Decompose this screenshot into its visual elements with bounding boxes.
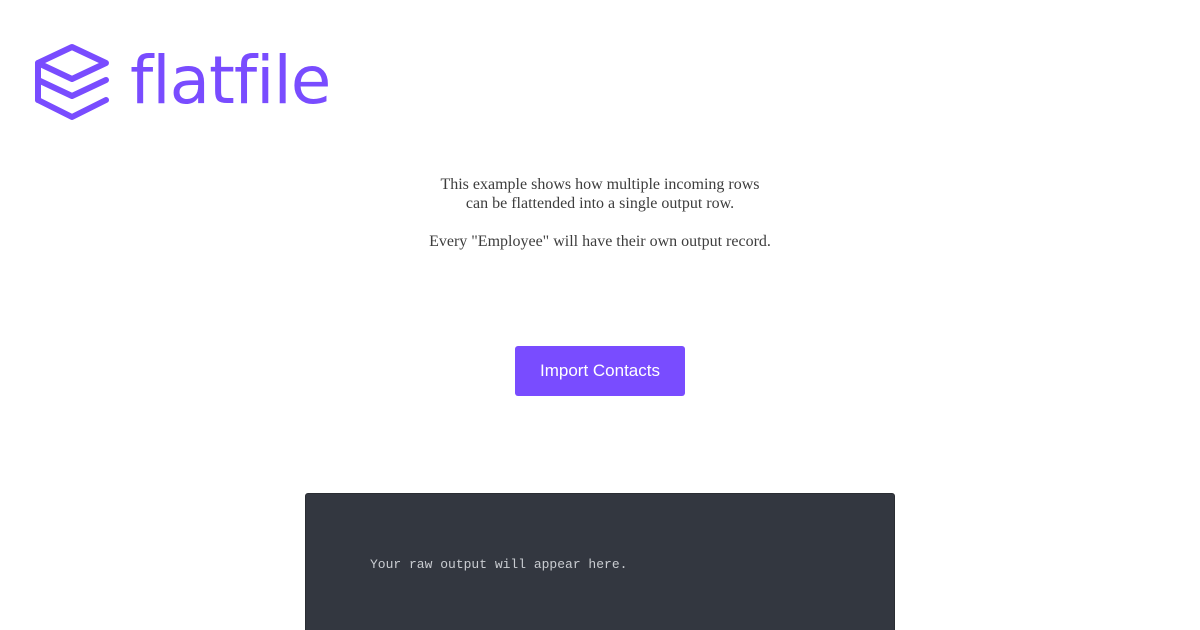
intro-text: This example shows how multiple incoming… — [0, 175, 1200, 251]
intro-line-2: can be flattended into a single output r… — [465, 195, 735, 212]
page: flatfile This example shows how multiple… — [0, 0, 1200, 630]
brand-name: flatfile — [130, 42, 331, 119]
raw-output-panel: Your raw output will appear here. — [305, 493, 895, 630]
import-contacts-button[interactable]: Import Contacts — [515, 346, 685, 396]
stacked-layers-icon — [35, 44, 109, 120]
intro-line-1: This example shows how multiple incoming… — [440, 176, 760, 193]
raw-output-placeholder: Your raw output will appear here. — [370, 557, 628, 572]
intro-line-3: Every "Employee" will have their own out… — [429, 233, 771, 250]
flatfile-logo: flatfile — [33, 42, 331, 123]
